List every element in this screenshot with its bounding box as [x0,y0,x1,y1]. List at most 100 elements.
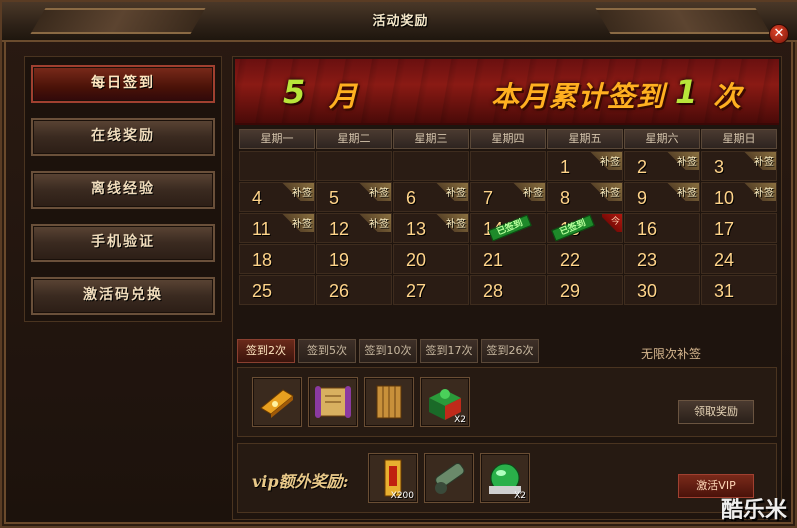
makeup-sign-label: 补签 [292,188,312,199]
claim-reward-button[interactable]: 领取奖励 [678,400,754,424]
makeup-sign-label: 补签 [677,157,697,168]
sidebar-item-1[interactable]: 在线奖励 [31,118,215,156]
sidebar-item-3[interactable]: 手机验证 [31,224,215,262]
calendar-day[interactable]: 19 [316,244,392,274]
calendar-day[interactable]: 10 补签 [701,182,777,212]
calendar-day[interactable]: 9 补签 [624,182,700,212]
weekday-header: 星期日 [701,129,777,149]
vip-reward-item[interactable] [424,453,474,503]
makeup-sign-label: 补签 [600,188,620,199]
reward-item[interactable] [364,377,414,427]
makeup-sign-tag[interactable]: 补签 [357,183,391,201]
weekday-header: 星期一 [239,129,315,149]
calendar-day[interactable]: 13 补签 [393,213,469,243]
day-number: 9 [637,188,648,208]
calendar-day[interactable]: 30 [624,275,700,305]
milestone-tab[interactable]: 签到10次 [359,339,417,363]
milestone-tab[interactable]: 签到2次 [237,339,295,363]
day-number: 4 [252,188,263,208]
calendar-day[interactable]: 4 补签 [239,182,315,212]
day-number: 3 [714,157,725,177]
sidebar-item-0[interactable]: 每日签到 [31,65,215,103]
vip-reward-item[interactable]: X200 [368,453,418,503]
scroll-icon [315,386,351,418]
makeup-sign-tag[interactable]: 补签 [588,152,622,170]
day-number: 31 [714,281,735,301]
day-number: 6 [406,188,417,208]
makeup-sign-tag[interactable]: 补签 [357,214,391,232]
makeup-sign-label: 补签 [754,188,774,199]
calendar-day[interactable]: 15今已签到 [547,213,623,243]
calendar-day[interactable]: 17 [701,213,777,243]
calendar-day[interactable]: 16 [624,213,700,243]
calendar-day[interactable]: 25 [239,275,315,305]
close-button[interactable]: ✕ [769,24,789,44]
calendar-day[interactable]: 23 [624,244,700,274]
sidebar-item-2[interactable]: 离线经验 [31,171,215,209]
calendar-day[interactable]: 24 [701,244,777,274]
makeup-sign-label: 补签 [446,188,466,199]
vip-reward-item[interactable]: X2 [480,453,530,503]
makeup-sign-label: 补签 [600,157,620,168]
day-number: 5 [329,188,340,208]
reward-item[interactable] [252,377,302,427]
window-title: 活动奖励 [372,14,429,29]
makeup-sign-tag[interactable]: 补签 [588,183,622,201]
calendar-day[interactable]: 26 [316,275,392,305]
calendar-day[interactable]: 14已签到 [470,213,546,243]
makeup-sign-tag[interactable]: 补签 [511,183,545,201]
vip-reward-panel: vip额外奖励: X200 X2 激活VIP [237,443,777,513]
day-number: 30 [637,281,658,301]
calendar-day[interactable]: 8 补签 [547,182,623,212]
makeup-sign-label: 补签 [369,188,389,199]
day-number: 16 [637,219,658,239]
day-number: 27 [406,281,427,301]
makeup-sign-tag[interactable]: 补签 [434,214,468,232]
makeup-sign-tag[interactable]: 补签 [280,183,314,201]
reward-item[interactable] [308,377,358,427]
sign-count-unit: 次 [713,80,743,113]
weekday-header: 星期四 [470,129,546,149]
calendar-day[interactable]: 6 补签 [393,182,469,212]
day-number: 1 [560,157,571,177]
makeup-sign-tag[interactable]: 补签 [742,183,776,201]
calendar-day[interactable]: 18 [239,244,315,274]
calendar-day[interactable]: 7 补签 [470,182,546,212]
calendar-day[interactable]: 21 [470,244,546,274]
makeup-sign-tag[interactable]: 补签 [280,214,314,232]
vip-reward-label: vip额外奖励: [252,472,349,491]
milestone-tab[interactable]: 签到26次 [481,339,539,363]
calendar-day[interactable]: 31 [701,275,777,305]
makeup-sign-tag[interactable]: 补签 [665,152,699,170]
day-number: 12 [329,219,350,239]
calendar-empty-cell [239,151,315,181]
calendar-day[interactable]: 11 补签 [239,213,315,243]
sign-count: 1 [675,73,698,111]
calendar-day[interactable]: 5 补签 [316,182,392,212]
calendar-day[interactable]: 20 [393,244,469,274]
calendar-day[interactable]: 28 [470,275,546,305]
calendar-day[interactable]: 3 补签 [701,151,777,181]
calendar-day[interactable]: 2 补签 [624,151,700,181]
milestone-tab[interactable]: 签到5次 [298,339,356,363]
calendar-day[interactable]: 22 [547,244,623,274]
calendar-day[interactable]: 1 补签 [547,151,623,181]
day-number: 20 [406,250,427,270]
day-number: 22 [560,250,581,270]
sidebar-item-4[interactable]: 激活码兑换 [31,277,215,315]
calendar-day[interactable]: 29 [547,275,623,305]
calendar-day[interactable]: 12 补签 [316,213,392,243]
item-count: X2 [514,491,526,501]
makeup-sign-tag[interactable]: 补签 [742,152,776,170]
reward-item[interactable]: X2 [420,377,470,427]
day-number: 25 [252,281,273,301]
calendar-day[interactable]: 27 [393,275,469,305]
day-number: 28 [483,281,504,301]
day-number: 11 [252,219,271,239]
makeup-sign-tag[interactable]: 补签 [665,183,699,201]
makeup-sign-label: 补签 [677,188,697,199]
day-number: 23 [637,250,658,270]
cannon-icon [435,462,465,494]
milestone-tab[interactable]: 签到17次 [420,339,478,363]
makeup-sign-tag[interactable]: 补签 [434,183,468,201]
